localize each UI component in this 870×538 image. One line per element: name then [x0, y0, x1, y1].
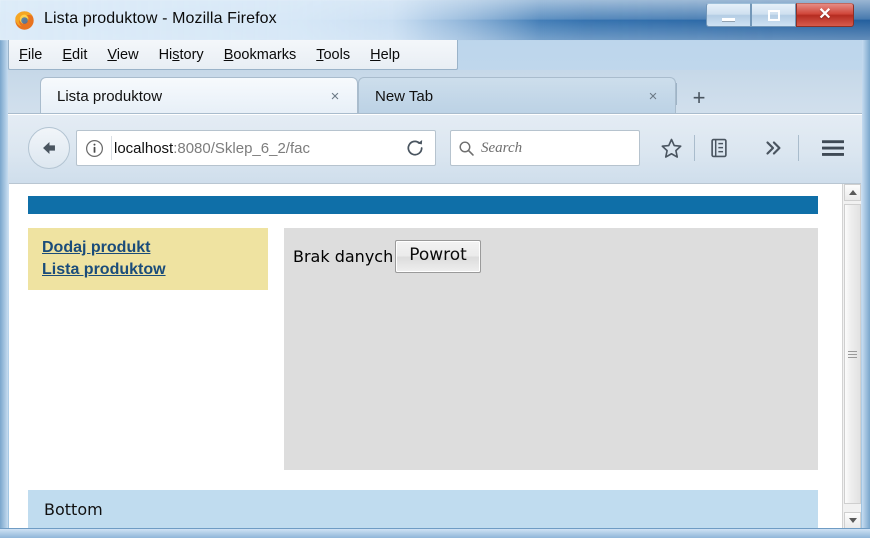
chevron-down-icon — [848, 518, 857, 523]
navigation-toolbar: localhost:8080/Sklep_6_2/fac Search — [8, 114, 862, 183]
new-tab-button[interactable]: + — [686, 86, 712, 110]
reload-button[interactable] — [395, 131, 435, 165]
hamburger-menu-icon[interactable] — [816, 131, 850, 165]
library-icon[interactable] — [702, 131, 736, 165]
title-bar[interactable]: Lista produktow - Mozilla Firefox ✕ — [0, 0, 870, 40]
scrollbar-grip-icon — [848, 350, 857, 358]
browser-chrome: Lista produktow × New Tab × + localhost:… — [8, 70, 862, 183]
menu-item-help[interactable]: Help — [360, 47, 410, 63]
menu-bar: File Edit View History Bookmarks Tools H… — [8, 40, 458, 70]
tab-lista-produktow[interactable]: Lista produktow × — [40, 77, 358, 114]
page-scrollbar[interactable] — [842, 184, 861, 529]
footer-label: Bottom — [44, 500, 103, 519]
menu-item-edit[interactable]: Edit — [52, 47, 97, 63]
maximize-button[interactable] — [751, 3, 796, 27]
maximize-icon — [767, 9, 780, 21]
star-icon[interactable] — [654, 131, 688, 165]
scrollbar-thumb[interactable] — [844, 204, 861, 504]
scrollbar-up-button[interactable] — [844, 184, 861, 201]
menu-item-tools[interactable]: Tools — [306, 47, 360, 63]
window-title: Lista produktow - Mozilla Firefox — [44, 10, 277, 27]
no-data-message: Brak danych — [293, 246, 394, 266]
reload-icon — [407, 140, 423, 156]
page-main-panel: Brak danych Powrot — [284, 228, 818, 470]
scrollbar-down-button[interactable] — [844, 512, 861, 529]
url-input[interactable]: localhost:8080/Sklep_6_2/fac — [112, 140, 395, 157]
close-icon: ✕ — [818, 6, 832, 23]
tab-strip: Lista produktow × New Tab × + — [8, 70, 862, 114]
powrot-button[interactable]: Powrot — [395, 240, 481, 273]
search-input[interactable]: Search — [481, 140, 522, 157]
sidebar-link-dodaj-produkt[interactable]: Dodaj produkt — [42, 237, 254, 259]
back-button[interactable] — [28, 127, 70, 169]
tab-new-tab[interactable]: New Tab × — [358, 77, 676, 114]
minimize-button[interactable] — [706, 3, 751, 27]
menu-item-history[interactable]: History — [149, 47, 214, 63]
menu-item-bookmarks[interactable]: Bookmarks — [214, 47, 307, 63]
back-arrow-icon — [43, 142, 55, 154]
firefox-logo-icon — [15, 11, 34, 30]
window-frame-left — [0, 0, 8, 538]
browser-window: Lista produktow - Mozilla Firefox ✕ File… — [0, 0, 870, 538]
tab-label: Lista produktow — [57, 87, 163, 105]
toolbar-separator — [798, 135, 799, 161]
main-content-row: Brak danych Powrot — [293, 240, 481, 273]
minimize-icon — [722, 17, 735, 21]
tab-label: New Tab — [375, 87, 434, 105]
tab-close-icon[interactable]: × — [327, 88, 343, 105]
page-viewport: Dodaj produkt Lista produktow Brak danyc… — [9, 183, 861, 529]
search-icon — [451, 131, 481, 165]
sidebar-link-lista-produktow[interactable]: Lista produktow — [42, 259, 254, 281]
url-bar[interactable]: localhost:8080/Sklep_6_2/fac — [76, 130, 436, 166]
close-button[interactable]: ✕ — [796, 3, 854, 27]
url-path: :8080/Sklep_6_2/fac — [173, 139, 310, 157]
menu-item-view[interactable]: View — [97, 47, 148, 63]
chevron-up-icon — [848, 190, 857, 195]
menu-item-file[interactable]: File — [9, 47, 52, 63]
page-header-banner — [28, 196, 818, 214]
tab-close-icon[interactable]: × — [645, 88, 661, 105]
toolbar-separator — [694, 135, 695, 161]
page-sidebar-nav: Dodaj produkt Lista produktow — [28, 228, 268, 290]
page-footer: Bottom — [28, 490, 818, 529]
window-frame-bottom — [0, 528, 870, 538]
url-host: localhost — [114, 139, 174, 157]
chevron-double-right-icon[interactable] — [756, 131, 790, 165]
search-bar[interactable]: Search — [450, 130, 640, 166]
info-circle-icon[interactable] — [77, 131, 111, 165]
window-frame-right — [862, 0, 870, 538]
web-page-content: Dodaj produkt Lista produktow Brak danyc… — [9, 184, 842, 529]
tab-strip-separator — [676, 83, 677, 105]
